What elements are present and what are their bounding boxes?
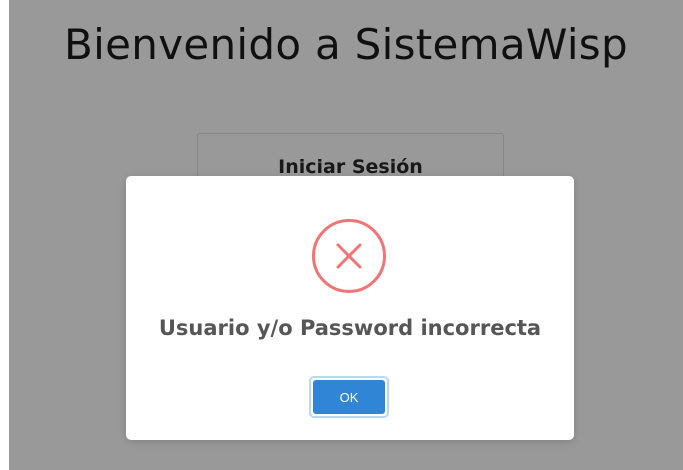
error-message: Usuario y/o Password incorrecta bbox=[158, 316, 542, 340]
ok-button[interactable]: OK bbox=[309, 376, 389, 418]
error-dialog: Usuario y/o Password incorrecta OK bbox=[126, 176, 574, 440]
ok-button-label: OK bbox=[313, 380, 385, 414]
error-x-icon bbox=[312, 219, 386, 293]
